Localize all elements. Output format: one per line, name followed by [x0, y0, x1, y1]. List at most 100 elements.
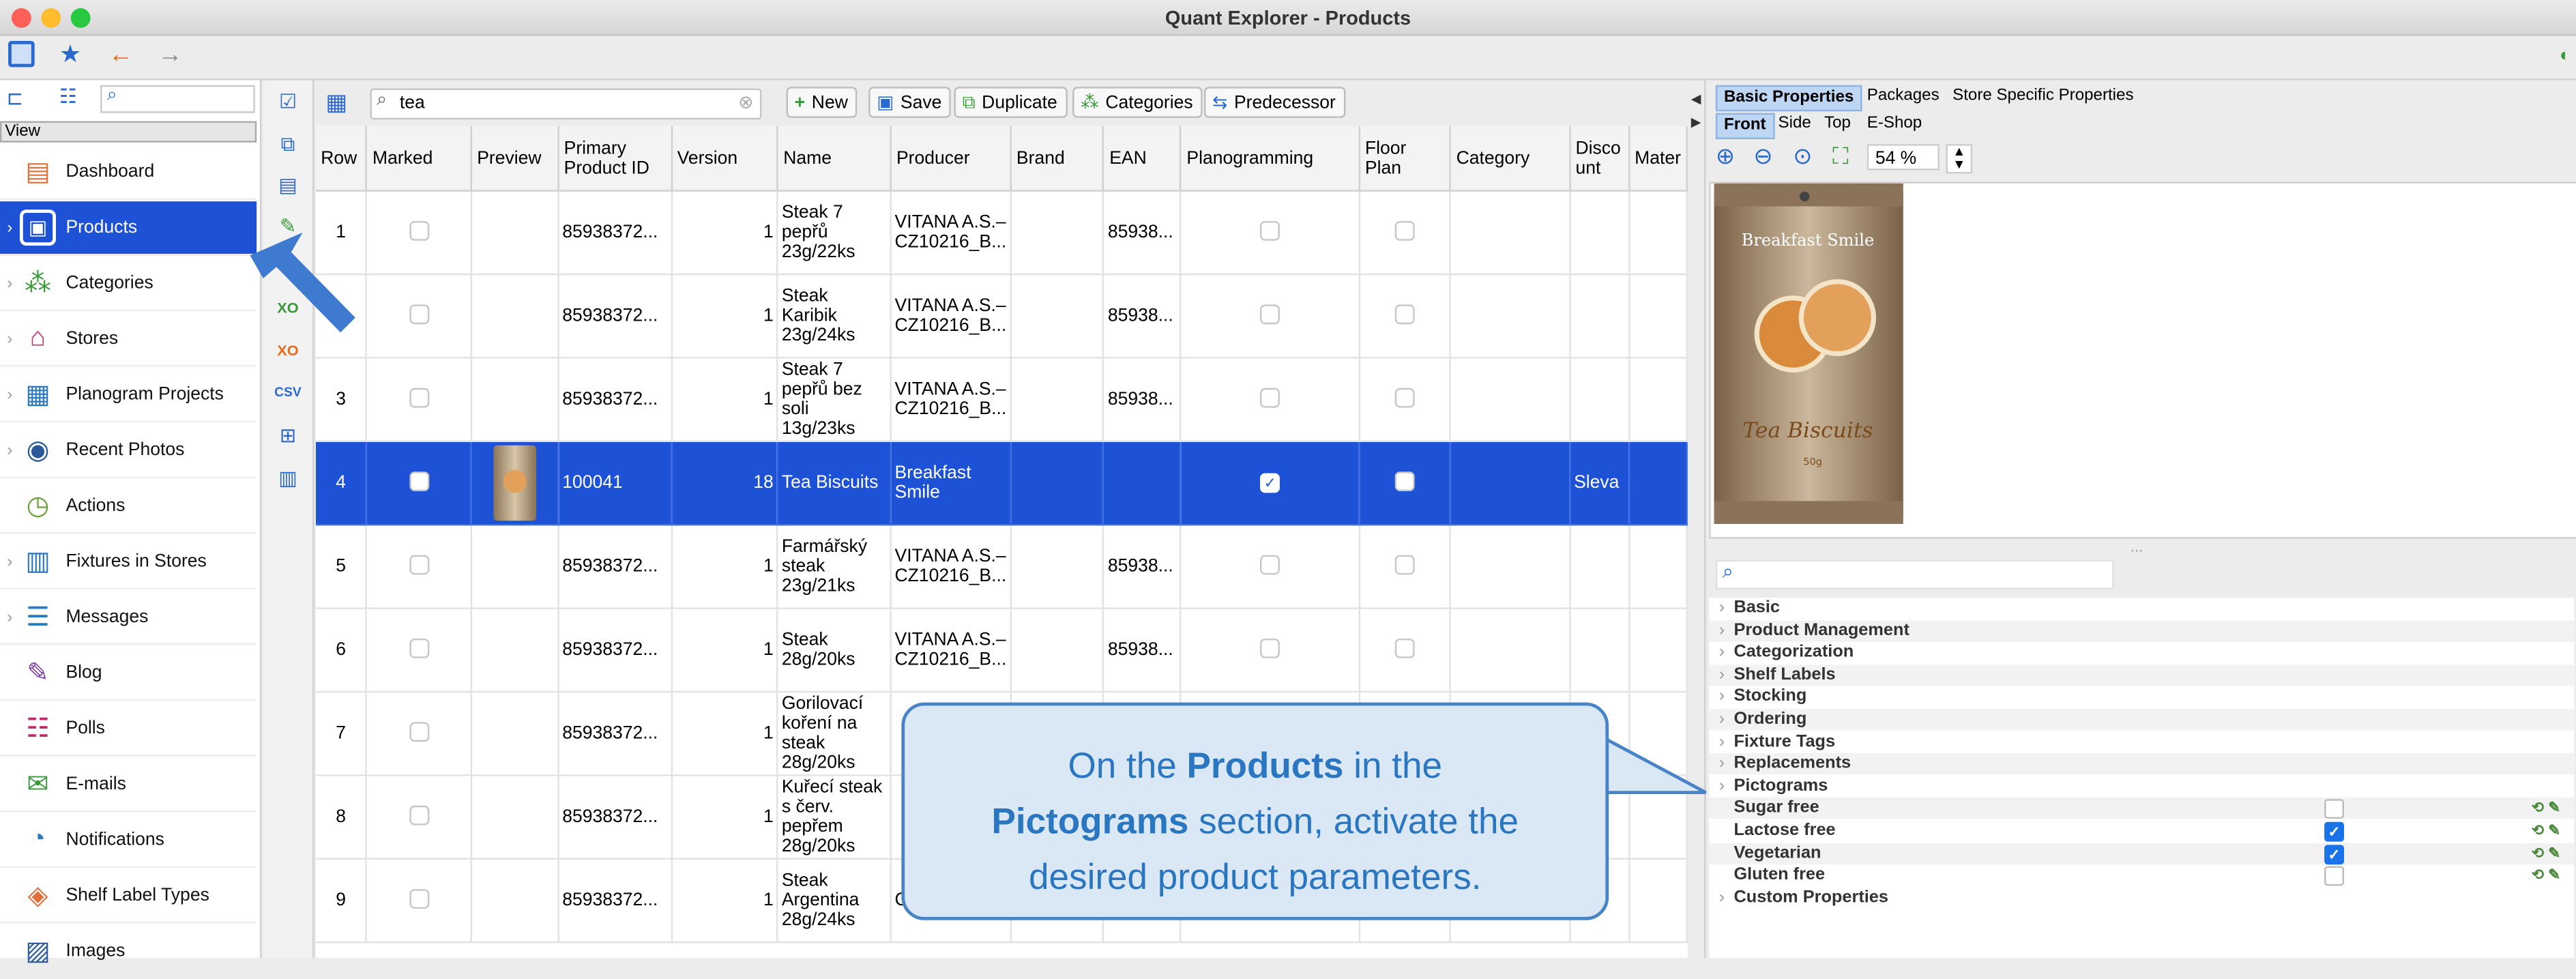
zoom-out-icon[interactable]: ⊖ [1753, 143, 1772, 171]
section-replacements[interactable]: › Replacements [1709, 753, 2575, 775]
chart-icon[interactable]: ▥ [273, 463, 302, 493]
section-ordering[interactable]: › Ordering [1709, 709, 2575, 731]
predecessor-button[interactable]: ⇆ Predecessor [1204, 87, 1346, 118]
column-header[interactable]: EAN [1103, 126, 1182, 192]
chevron-right-icon[interactable]: › [1719, 642, 1725, 663]
column-header[interactable]: Disco unt [1570, 126, 1630, 192]
sidebar-item-recent-photos[interactable]: › ◉ Recent Photos [0, 424, 257, 478]
sidebar-item-dashboard[interactable]: ▤ Dashboard [0, 146, 257, 200]
section-custom-properties[interactable]: › Custom Properties [1709, 887, 2574, 908]
sidebar-item-actions[interactable]: ◷ Actions [0, 480, 257, 534]
panel-toggle-icon[interactable] [8, 41, 35, 68]
clear-search-icon[interactable]: ⊗ [738, 91, 753, 113]
floor-plan-checkbox[interactable] [1394, 304, 1415, 324]
chevron-right-icon[interactable]: › [1719, 664, 1725, 686]
marked-checkbox[interactable] [409, 888, 429, 908]
refresh-icon[interactable]: ◐ [2560, 42, 2571, 68]
zoom-reset-icon[interactable]: ⊙ [1793, 143, 1812, 171]
collapse-sidebar-icon[interactable]: ⊏ [7, 87, 23, 110]
section-fixture-tags[interactable]: › Fixture Tags [1709, 731, 2574, 752]
checklist-icon[interactable]: ☑ [273, 87, 302, 116]
view-tab-front[interactable]: Front [1715, 113, 1774, 140]
column-header[interactable]: Producer [890, 126, 1012, 192]
table-row[interactable]: 5 85938372... 1 Farmářský steak 23g/21ks VIT… [315, 525, 1688, 609]
sidebar-item-shelf-label-types[interactable]: ◈ Shelf Label Types [0, 869, 257, 924]
column-header[interactable]: Floor Plan [1359, 126, 1452, 192]
properties-search-input[interactable]: ⌕ [1715, 559, 2114, 590]
sidebar-item-blog[interactable]: ✎ Blog [0, 647, 257, 701]
view-tab-top[interactable]: Top [1817, 113, 1857, 136]
sidebar-item-notifications[interactable]: ◔ Notifications [0, 814, 257, 868]
sidebar-item-images[interactable]: ▨ Images [0, 925, 257, 979]
sidebar-item-products[interactable]: › ▣ Products [0, 201, 257, 256]
view-tab-e-shop[interactable]: E-Shop [1860, 113, 1929, 136]
chevron-right-icon[interactable]: › [1719, 687, 1725, 708]
marked-checkbox[interactable] [409, 220, 429, 240]
column-header[interactable]: Planogramming [1180, 126, 1360, 192]
fit-to-window-icon[interactable]: ⛶ [1832, 143, 1849, 171]
planogramming-checkbox[interactable] [1260, 220, 1280, 240]
table-row[interactable]: 4 100041 18 Tea Biscuits Breakfast Smile ✓ Sle… [315, 441, 1688, 526]
planogramming-checkbox[interactable] [1260, 387, 1280, 407]
view-options-icon[interactable]: ☷ [59, 85, 77, 108]
table-row[interactable]: 1 85938372... 1 Steak 7 pepřů 23g/22ks VITAN… [315, 190, 1688, 276]
tab-basic-properties[interactable]: Basic Properties [1715, 85, 1862, 112]
pictogram-checkbox[interactable] [2324, 866, 2345, 886]
view-tab-side[interactable]: Side [1772, 113, 1818, 136]
table-row[interactable]: 6 85938372... 1 Steak 28g/20ks VITANA A.S.–C… [315, 608, 1688, 693]
column-header[interactable]: Version [671, 126, 778, 192]
chevron-right-icon[interactable]: › [1719, 598, 1725, 619]
table-row[interactable]: 3 85938372... 1 Steak 7 pepřů bez soli 13g/… [315, 357, 1688, 443]
column-header[interactable]: Category [1450, 126, 1571, 192]
tab-store-specific-properties[interactable]: Store Specific Properties [1946, 85, 2140, 108]
pictogram-checkbox[interactable]: ✓ [2324, 844, 2345, 864]
add-table-icon[interactable]: ⊞ [273, 421, 302, 450]
section-stocking[interactable]: › Stocking [1709, 687, 2574, 708]
column-header[interactable]: Brand [1010, 126, 1104, 192]
chevron-right-icon[interactable]: › [0, 553, 20, 570]
column-header[interactable]: Preview [471, 126, 559, 192]
sidebar-item-categories[interactable]: › ⁂ Categories [0, 257, 257, 312]
planogramming-checkbox[interactable] [1260, 304, 1280, 324]
marked-checkbox[interactable] [409, 387, 429, 407]
planogramming-checkbox[interactable]: ✓ [1260, 473, 1280, 493]
chevron-right-icon[interactable]: › [0, 441, 20, 459]
marked-checkbox[interactable] [409, 637, 429, 658]
property-actions-icon[interactable]: ⟲ ✎ [2532, 798, 2560, 819]
chevron-right-icon[interactable]: › [0, 609, 20, 626]
duplicate-button[interactable]: ⧉ Duplicate [954, 87, 1068, 118]
back-arrow-icon[interactable]: ← [108, 42, 133, 68]
section-categorization[interactable]: › Categorization [1709, 642, 2574, 663]
column-header[interactable]: Primary Product ID [558, 126, 673, 192]
section-pictograms[interactable]: › Pictograms [1709, 776, 2574, 797]
sidebar-search-input[interactable]: ⌕ [100, 85, 255, 113]
table-settings-icon[interactable]: ▦ [325, 89, 347, 117]
marked-checkbox[interactable] [409, 471, 429, 491]
marked-checkbox[interactable] [409, 304, 429, 324]
section-product-management[interactable]: › Product Management [1709, 619, 2575, 641]
chevron-right-icon[interactable]: › [1719, 887, 1725, 908]
save-button[interactable]: ▣ Save [868, 87, 952, 118]
pictogram-checkbox[interactable]: ✓ [2324, 821, 2345, 842]
column-header[interactable]: Name [777, 126, 892, 192]
splitter-handle[interactable]: ◀ [1691, 91, 1701, 111]
sidebar-item-messages[interactable]: › ☰ Messages [0, 591, 257, 645]
chevron-right-icon[interactable]: › [1719, 620, 1725, 641]
categories-button[interactable]: ⁂ Categories [1072, 87, 1203, 118]
product-search-input[interactable]: ⌕ tea ⊗ [370, 88, 762, 120]
section-shelf-labels[interactable]: › Shelf Labels [1709, 664, 2575, 686]
copy-icon[interactable]: ⧉ [273, 130, 302, 159]
planogramming-checkbox[interactable] [1260, 554, 1280, 574]
floor-plan-checkbox[interactable] [1394, 637, 1415, 658]
property-actions-icon[interactable]: ⟲ ✎ [2532, 820, 2560, 841]
chevron-right-icon[interactable]: › [0, 330, 20, 348]
chevron-right-icon[interactable]: › [0, 385, 20, 403]
new-button[interactable]: + New [786, 87, 858, 118]
marked-checkbox[interactable] [409, 804, 429, 825]
sidebar-item-planogram-projects[interactable]: › ▦ Planogram Projects [0, 368, 257, 423]
table-row[interactable]: 285938372...1Steak Karibik 23g/24ksVITAN… [315, 274, 1688, 359]
section-basic[interactable]: › Basic [1709, 598, 2574, 619]
sidebar-item-stores[interactable]: › ⌂ Stores [0, 312, 257, 367]
csv-icon[interactable]: CSV [273, 378, 302, 407]
splitter-handle-right[interactable]: ▶ [1691, 115, 1701, 134]
